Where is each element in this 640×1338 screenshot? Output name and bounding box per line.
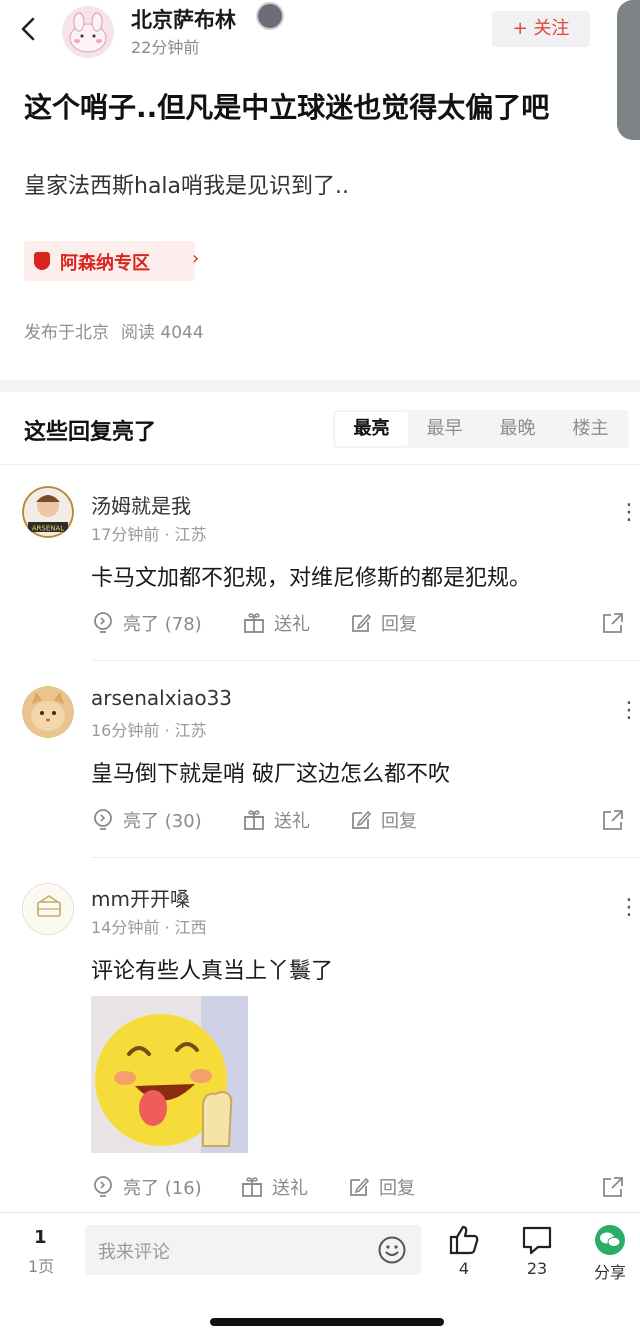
reply-button[interactable]: 回复 — [347, 1172, 415, 1202]
gift-label: 送礼 — [274, 811, 310, 832]
comment-input[interactable]: 我来评论 — [85, 1225, 421, 1275]
side-tab-glyph: 《 — [625, 50, 640, 90]
post-location: 发布于北京 — [24, 323, 109, 343]
gift-button[interactable]: 送礼 — [242, 805, 310, 835]
gift-button[interactable]: 送礼 — [240, 1172, 308, 1202]
topic-tag[interactable]: 阿森纳专区 › — [24, 241, 199, 281]
post-title: 这个哨子..但凡是中立球迷也觉得太偏了吧 — [24, 91, 550, 124]
like-button[interactable]: 亮了 (16) — [91, 1172, 202, 1202]
reply-avatar[interactable]: ARSENAL — [22, 486, 74, 538]
edit-icon — [352, 810, 372, 829]
share-out-icon — [603, 613, 623, 633]
share-reply-button[interactable] — [601, 608, 633, 638]
gift-label: 送礼 — [272, 1178, 308, 1199]
replies-section-title: 这些回复亮了 — [24, 420, 157, 445]
like-label: 亮了 (16) — [123, 1178, 202, 1199]
share-reply-button[interactable] — [601, 805, 633, 835]
gift-icon — [242, 1177, 262, 1197]
chevron-right-icon: › — [192, 248, 200, 269]
reply-label: 回复 — [379, 1178, 415, 1199]
arsenal-crest-icon — [34, 252, 50, 270]
back-icon[interactable] — [14, 14, 44, 44]
reply-username[interactable]: arsenalxiao33 — [91, 686, 232, 710]
reply-text: 评论有些人真当上丫鬟了 — [91, 959, 334, 984]
reply-button[interactable]: 回复 — [349, 805, 417, 835]
reply-text: 皇马倒下就是哨 破厂这边怎么都不吹 — [91, 762, 450, 787]
reply-username[interactable]: mm开开嗓 — [91, 883, 190, 912]
page-count-label[interactable]: 1页 — [28, 1253, 54, 1277]
side-collapse-tab[interactable]: 《 — [617, 0, 640, 140]
reply-item: arsenalxiao33 16分钟前 · 江苏 ⋮ 皇马倒下就是哨 破厂这边怎… — [0, 684, 640, 860]
sort-tab-earliest[interactable]: 最早 — [408, 412, 481, 446]
comments-button[interactable]: 23 — [507, 1223, 567, 1278]
gift-label: 送礼 — [274, 614, 310, 635]
reply-avatar[interactable] — [22, 686, 74, 738]
sort-tabs: 最亮 最早 最晚 楼主 — [333, 410, 629, 448]
share-out-icon — [603, 1177, 623, 1197]
comment-count: 23 — [526, 1259, 548, 1278]
reply-meta: 16分钟前 · 江苏 — [91, 721, 207, 740]
sort-tab-hot[interactable]: 最亮 — [335, 412, 408, 446]
reply-actions: 亮了 (30) 送礼 回复 — [91, 805, 631, 835]
like-post-button[interactable]: 4 — [434, 1223, 494, 1278]
sort-tab-latest[interactable]: 最晚 — [481, 412, 554, 446]
reply-username[interactable]: 汤姆就是我 — [91, 490, 191, 519]
section-divider — [0, 380, 640, 392]
emoji-icon[interactable] — [377, 1235, 407, 1265]
like-label: 亮了 (30) — [123, 811, 202, 832]
author-name[interactable]: 北京萨布林 — [131, 4, 236, 34]
reply-label: 回复 — [381, 811, 417, 832]
thumbs-up-icon — [449, 1225, 479, 1255]
divider — [91, 857, 640, 858]
page-number[interactable]: 1 — [34, 1227, 47, 1248]
light-bulb-icon — [94, 612, 112, 633]
like-count: 4 — [458, 1259, 470, 1278]
reply-actions: 亮了 (16) 送礼 回复 — [91, 1172, 631, 1202]
reply-label: 回复 — [381, 614, 417, 635]
gift-button[interactable]: 送礼 — [242, 608, 310, 638]
share-label: 分享 — [593, 1263, 626, 1282]
reply-meta: 14分钟前 · 江西 — [91, 918, 207, 937]
more-options-icon[interactable]: ⋮ — [618, 500, 640, 525]
sort-tab-op[interactable]: 楼主 — [554, 412, 627, 446]
reply-meta: 17分钟前 · 江苏 — [91, 525, 207, 544]
avatar-caption: ARSENAL — [32, 525, 65, 533]
reply-button[interactable]: 回复 — [349, 608, 417, 638]
light-bulb-icon — [94, 809, 112, 830]
reply-sticker-image[interactable] — [91, 996, 248, 1153]
wechat-icon — [595, 1225, 625, 1255]
divider — [91, 660, 640, 661]
follow-button[interactable]: + 关注 — [492, 11, 590, 47]
share-button[interactable]: 分享 — [580, 1223, 640, 1283]
light-bulb-icon — [94, 1176, 112, 1197]
post-body: 皇家法西斯hala哨我是见识到了.. — [24, 174, 350, 199]
comment-placeholder: 我来评论 — [98, 1242, 170, 1263]
more-options-icon[interactable]: ⋮ — [618, 698, 640, 723]
home-indicator — [210, 1318, 444, 1326]
share-reply-button[interactable] — [601, 1172, 633, 1202]
reply-actions: 亮了 (78) 送礼 回复 — [91, 608, 631, 638]
divider — [0, 464, 640, 465]
reply-avatar[interactable] — [22, 883, 74, 935]
gift-icon — [244, 613, 264, 633]
edit-icon — [350, 1177, 370, 1196]
author-avatar[interactable] — [62, 6, 114, 58]
post-header: 北京萨布林 22分钟前 + 关注 — [0, 0, 640, 62]
reply-item: ARSENAL 汤姆就是我 17分钟前 · 江苏 ⋮ 卡马文加都不犯规，对维尼修… — [0, 486, 640, 662]
edit-icon — [352, 613, 372, 632]
reply-text: 卡马文加都不犯规，对维尼修斯的都是犯规。 — [91, 566, 532, 591]
post-meta: 发布于北京 阅读 4044 — [24, 318, 204, 343]
gift-icon — [244, 810, 264, 830]
post-time: 22分钟前 — [131, 38, 200, 57]
comment-bubble-icon — [522, 1226, 552, 1255]
like-label: 亮了 (78) — [123, 614, 202, 635]
like-button[interactable]: 亮了 (30) — [91, 805, 202, 835]
more-options-icon[interactable]: ⋮ — [618, 895, 640, 920]
share-out-icon — [603, 810, 623, 830]
like-button[interactable]: 亮了 (78) — [91, 608, 202, 638]
post-read-count: 阅读 4044 — [121, 323, 204, 343]
topic-tag-label: 阿森纳专区 — [60, 253, 150, 274]
user-badge-icon — [256, 2, 284, 30]
